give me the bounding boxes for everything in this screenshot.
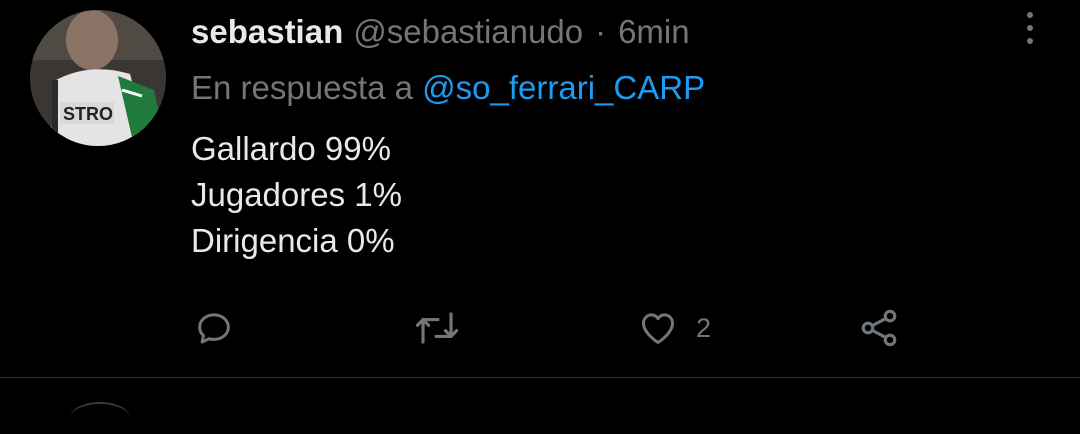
more-dot <box>1027 12 1033 18</box>
svg-text:STRO: STRO <box>63 104 113 124</box>
separator-dot: · <box>595 13 607 50</box>
more-vertical-icon[interactable] <box>1018 10 1042 46</box>
avatar[interactable]: STRO <box>30 10 166 146</box>
tweet-actions: 2 <box>0 300 1080 356</box>
next-tweet-avatar[interactable] <box>70 402 130 434</box>
avatar-photo: STRO <box>30 10 166 146</box>
reply-prefix: En respuesta a <box>191 69 413 106</box>
tweet-text-line: Jugadores 1% <box>191 176 402 213</box>
reply-button[interactable] <box>193 300 235 356</box>
share-button[interactable] <box>857 300 901 356</box>
comment-icon <box>198 313 230 344</box>
like-count: 2 <box>696 312 712 343</box>
like-button[interactable]: 2 <box>636 300 711 356</box>
tweet-text: Gallardo 99% Jugadores 1% Dirigencia 0% <box>191 126 402 264</box>
display-name[interactable]: sebastian <box>191 12 343 52</box>
retweet-button[interactable] <box>414 300 460 356</box>
timestamp[interactable]: 6min <box>618 12 690 52</box>
tweet-text-line: Dirigencia 0% <box>191 222 395 259</box>
reply-context: En respuesta a @so_ferrari_CARP <box>191 67 705 109</box>
retweet-icon <box>415 312 459 344</box>
more-dot <box>1027 38 1033 44</box>
tweet[interactable]: STRO sebastian @sebastianudo · 6min En r… <box>0 0 1080 378</box>
more-dot <box>1027 25 1033 31</box>
tweet-divider <box>0 377 1080 378</box>
tweet-header: sebastian @sebastianudo · 6min <box>191 12 690 52</box>
user-handle[interactable]: @sebastianudo <box>353 12 583 52</box>
heart-icon <box>641 313 675 345</box>
tweet-text-line: Gallardo 99% <box>191 130 391 167</box>
share-icon <box>861 309 897 347</box>
reply-mention-link[interactable]: @so_ferrari_CARP <box>422 69 705 106</box>
